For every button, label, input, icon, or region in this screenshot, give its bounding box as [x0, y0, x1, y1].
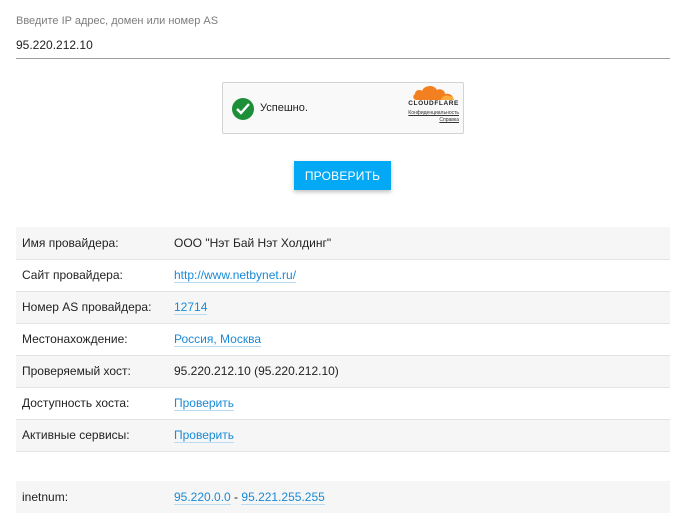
table-row: Имя провайдера: ООО "Нэт Бай Нэт Холдинг… [16, 227, 670, 260]
checked-host-value: 95.220.212.10 (95.220.212.10) [174, 355, 670, 388]
table-row: Доступность хоста: Проверить [16, 387, 670, 420]
host-availability-label: Доступность хоста: [16, 387, 174, 420]
help-link[interactable]: Справка [439, 117, 459, 123]
location-label: Местонахождение: [16, 323, 174, 356]
provider-site-link[interactable]: http://www.netbynet.ru/ [174, 268, 297, 283]
provider-name-label: Имя провайдера: [16, 227, 174, 260]
host-availability-check-link[interactable]: Проверить [174, 396, 235, 411]
as-number-label: Номер AS провайдера: [16, 291, 174, 324]
cloudflare-captcha-widget: Успешно. CLOUDFLARE Конфиденциальность С… [222, 82, 464, 134]
as-number-link[interactable]: 12714 [174, 300, 208, 315]
inetnum-separator: - [230, 490, 242, 504]
search-label: Введите IP адрес, домен или номер AS [16, 15, 219, 27]
inetnum-start-link[interactable]: 95.220.0.0 [174, 490, 231, 505]
search-input[interactable] [16, 32, 670, 59]
table-row: Номер AS провайдера: 12714 [16, 291, 670, 324]
inetnum-end-link[interactable]: 95.221.255.255 [241, 490, 325, 505]
table-row: Сайт провайдера: http://www.netbynet.ru/ [16, 259, 670, 292]
provider-site-label: Сайт провайдера: [16, 259, 174, 292]
inetnum-table: inetnum: 95.220.0.0 - 95.221.255.255 [16, 481, 670, 513]
search-field-group: Введите IP адрес, домен или номер AS [16, 14, 670, 59]
active-services-check-link[interactable]: Проверить [174, 428, 235, 443]
table-row: Местонахождение: Россия, Москва [16, 323, 670, 356]
table-row: Активные сервисы: Проверить [16, 419, 670, 452]
captcha-status: Успешно. [260, 102, 308, 114]
success-check-icon [232, 98, 254, 120]
inetnum-label: inetnum: [16, 481, 174, 513]
provider-info-table: Имя провайдера: ООО "Нэт Бай Нэт Холдинг… [16, 227, 670, 452]
provider-name-value: ООО "Нэт Бай Нэт Холдинг" [174, 227, 670, 260]
check-button[interactable]: ПРОВЕРИТЬ [294, 161, 391, 190]
table-row: Проверяемый хост: 95.220.212.10 (95.220.… [16, 355, 670, 388]
cloudflare-brand: CLOUDFLARE [408, 100, 459, 107]
active-services-label: Активные сервисы: [16, 419, 174, 452]
privacy-link[interactable]: Конфиденциальность [408, 110, 459, 116]
table-row: inetnum: 95.220.0.0 - 95.221.255.255 [16, 481, 670, 513]
location-link[interactable]: Россия, Москва [174, 332, 261, 347]
checked-host-label: Проверяемый хост: [16, 355, 174, 388]
